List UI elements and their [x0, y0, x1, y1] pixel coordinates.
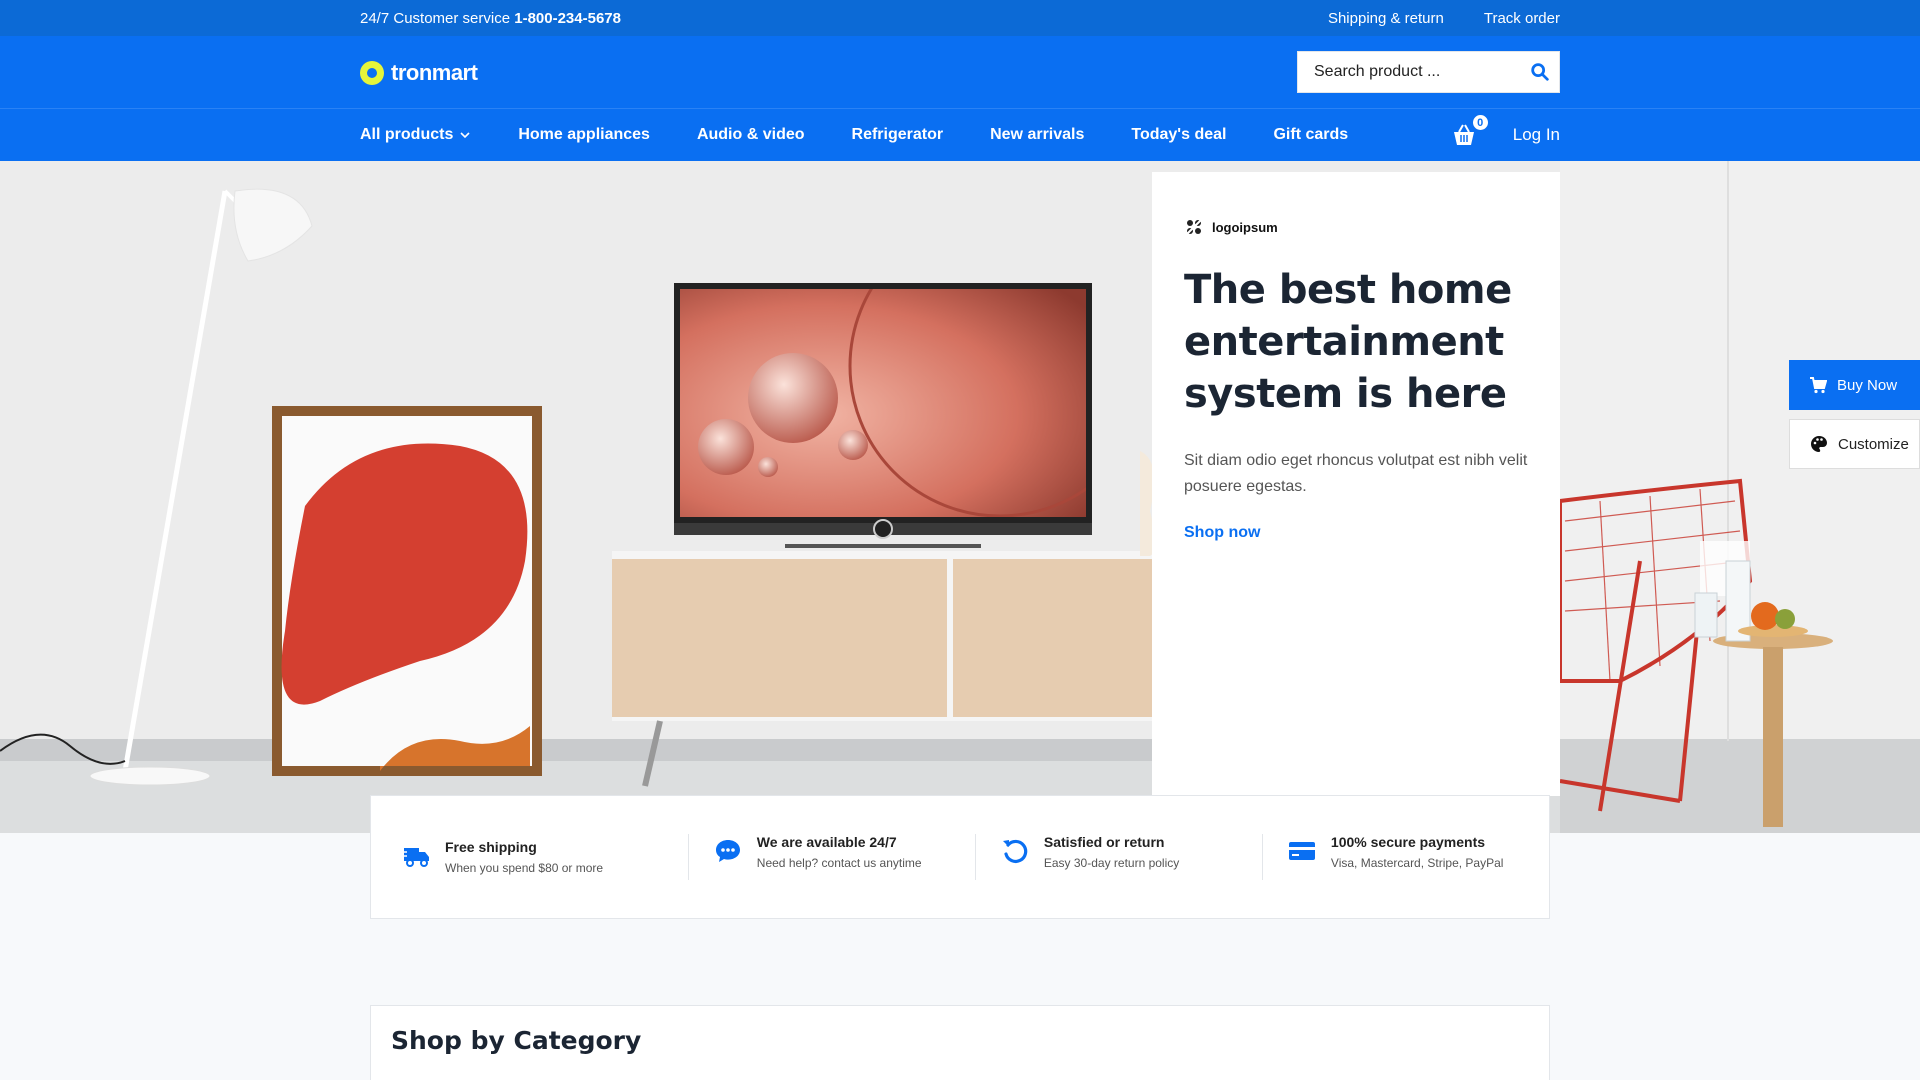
- partner-brand-logo: logoipsum: [1184, 217, 1278, 237]
- section-title: Shop by Category: [391, 1026, 642, 1055]
- cart-button[interactable]: 0: [1451, 114, 1489, 148]
- feature-return: Satisfied or return Easy 30-day return p…: [974, 834, 1262, 880]
- search-icon[interactable]: [1529, 61, 1551, 83]
- hero-scene-illustration: [0, 161, 1920, 833]
- header: tronmart: [0, 36, 1920, 108]
- feature-free-shipping: Free shipping When you spend $80 or more: [401, 839, 688, 875]
- buy-now-button[interactable]: Buy Now: [1789, 360, 1920, 410]
- return-icon: [1002, 839, 1028, 864]
- feature-title: Free shipping: [445, 839, 537, 855]
- search-input[interactable]: [1298, 63, 1518, 81]
- cart-icon: [1810, 377, 1827, 394]
- customer-service-label: 24/7 Customer service: [360, 9, 511, 27]
- cart-count-badge: 0: [1471, 114, 1489, 131]
- feature-subtitle: When you spend $80 or more: [445, 861, 604, 875]
- track-order-link[interactable]: Track order: [1484, 10, 1560, 27]
- site-logo[interactable]: tronmart: [360, 60, 478, 86]
- credit-card-icon: [1288, 842, 1315, 860]
- feature-secure-payments: 100% secure payments Visa, Mastercard, S…: [1261, 834, 1549, 880]
- hero-banner: logoipsum The best home entertainment sy…: [0, 161, 1920, 833]
- nav-item-audio-video[interactable]: Audio & video: [697, 126, 805, 144]
- palette-icon: [1811, 436, 1827, 452]
- customize-label: Customize: [1838, 435, 1909, 453]
- shop-now-link[interactable]: Shop now: [1184, 524, 1260, 542]
- feature-subtitle: Need help? contact us anytime: [756, 856, 922, 870]
- nav-item-label: All products: [360, 126, 454, 143]
- main-nav: All products Home appliances Audio & vid…: [0, 108, 1920, 161]
- truck-icon: [401, 848, 429, 867]
- top-bar: 24/7 Customer service 1-800-234-5678 Shi…: [0, 0, 1920, 36]
- login-link[interactable]: Log In: [1513, 125, 1560, 145]
- hero-promo-card: logoipsum The best home entertainment sy…: [1152, 172, 1560, 796]
- hero-description: Sit diam odio eget rhoncus volutpat est …: [1184, 452, 1528, 495]
- nav-item-gift-cards[interactable]: Gift cards: [1273, 126, 1348, 144]
- shop-by-category-section: Shop by Category: [370, 1005, 1550, 1080]
- nav-item-home-appliances[interactable]: Home appliances: [518, 126, 650, 144]
- feature-subtitle: Visa, Mastercard, Stripe, PayPal: [1330, 856, 1504, 870]
- nav-item-todays-deal[interactable]: Today's deal: [1131, 126, 1226, 144]
- logoipsum-icon: [1186, 219, 1202, 235]
- feature-support: We are available 24/7 Need help? contact…: [687, 834, 975, 880]
- chevron-down-icon: [460, 132, 470, 139]
- chat-icon: [715, 840, 740, 862]
- features-bar: Free shipping When you spend $80 or more…: [370, 795, 1550, 919]
- logo-text: tronmart: [391, 60, 478, 85]
- feature-title: 100% secure payments: [1330, 834, 1486, 850]
- hero-headline: The best home entertainment system is he…: [1184, 267, 1512, 417]
- feature-subtitle: Easy 30-day return policy: [1043, 856, 1180, 870]
- customer-service-phone[interactable]: 1-800-234-5678: [514, 10, 621, 27]
- nav-item-all-products[interactable]: All products: [360, 126, 471, 144]
- nav-item-refrigerator[interactable]: Refrigerator: [852, 126, 944, 144]
- feature-title: We are available 24/7: [756, 834, 897, 850]
- shipping-return-link[interactable]: Shipping & return: [1328, 10, 1444, 27]
- buy-now-label: Buy Now: [1837, 376, 1898, 394]
- nav-item-new-arrivals[interactable]: New arrivals: [990, 126, 1084, 144]
- search-box: [1297, 51, 1560, 93]
- feature-title: Satisfied or return: [1043, 834, 1165, 850]
- logo-mark-icon: [360, 61, 384, 85]
- partner-brand-name: logoipsum: [1212, 219, 1278, 235]
- customize-button[interactable]: Customize: [1789, 419, 1920, 469]
- customer-service-info: 24/7 Customer service 1-800-234-5678: [360, 10, 621, 27]
